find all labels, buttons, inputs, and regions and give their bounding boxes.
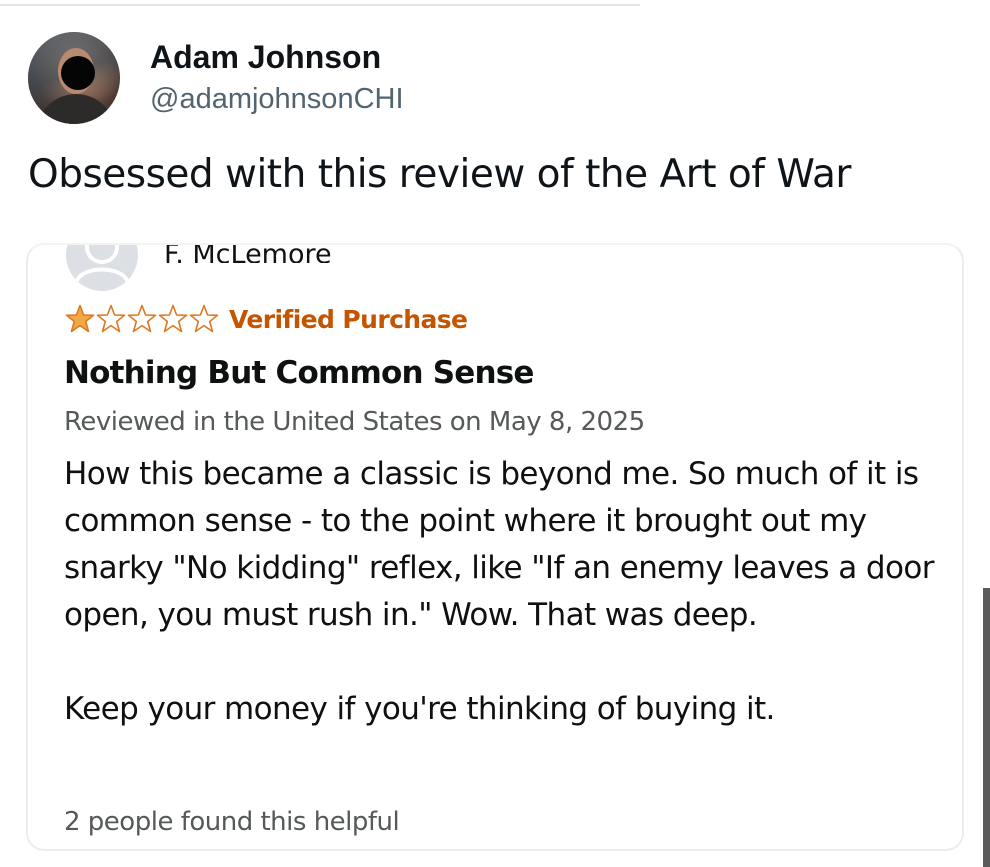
author-identity: Adam Johnson @adamjohnsonCHI — [150, 37, 404, 119]
review-body: How this became a classic is beyond me. … — [64, 451, 944, 733]
reviewer-name[interactable]: F. McLemore — [164, 245, 332, 263]
author-avatar[interactable] — [28, 32, 120, 124]
author-handle[interactable]: @adamjohnsonCHI — [150, 79, 404, 119]
star-empty-icon — [127, 304, 157, 333]
top-divider — [0, 4, 640, 6]
user-silhouette-icon — [66, 245, 138, 291]
author-display-name[interactable]: Adam Johnson — [150, 37, 404, 77]
star-rating — [64, 303, 219, 335]
star-empty-icon — [189, 304, 219, 333]
review-paragraph-2: Keep your money if you're thinking of bu… — [64, 691, 775, 727]
review-meta: Reviewed in the United States on May 8, … — [64, 407, 645, 437]
tweet-text: Obsessed with this review of the Art of … — [28, 152, 851, 197]
rating-row: Verified Purchase — [64, 303, 468, 335]
star-filled-icon — [65, 304, 95, 333]
star-empty-icon — [158, 304, 188, 333]
tweet-header: Adam Johnson @adamjohnsonCHI — [28, 32, 404, 124]
scrollbar[interactable] — [983, 588, 990, 867]
review-title: Nothing But Common Sense — [64, 355, 534, 391]
verified-purchase-badge: Verified Purchase — [229, 304, 468, 334]
helpful-count: 2 people found this helpful — [64, 807, 400, 837]
review-card: F. McLemore Verified Purchase Nothing Bu… — [26, 243, 964, 851]
avatar-redaction-mark — [61, 56, 95, 90]
star-empty-icon — [96, 304, 126, 333]
tweet-screenshot: Adam Johnson @adamjohnsonCHI Obsessed wi… — [0, 0, 990, 867]
review-paragraph-1: How this became a classic is beyond me. … — [64, 456, 934, 633]
